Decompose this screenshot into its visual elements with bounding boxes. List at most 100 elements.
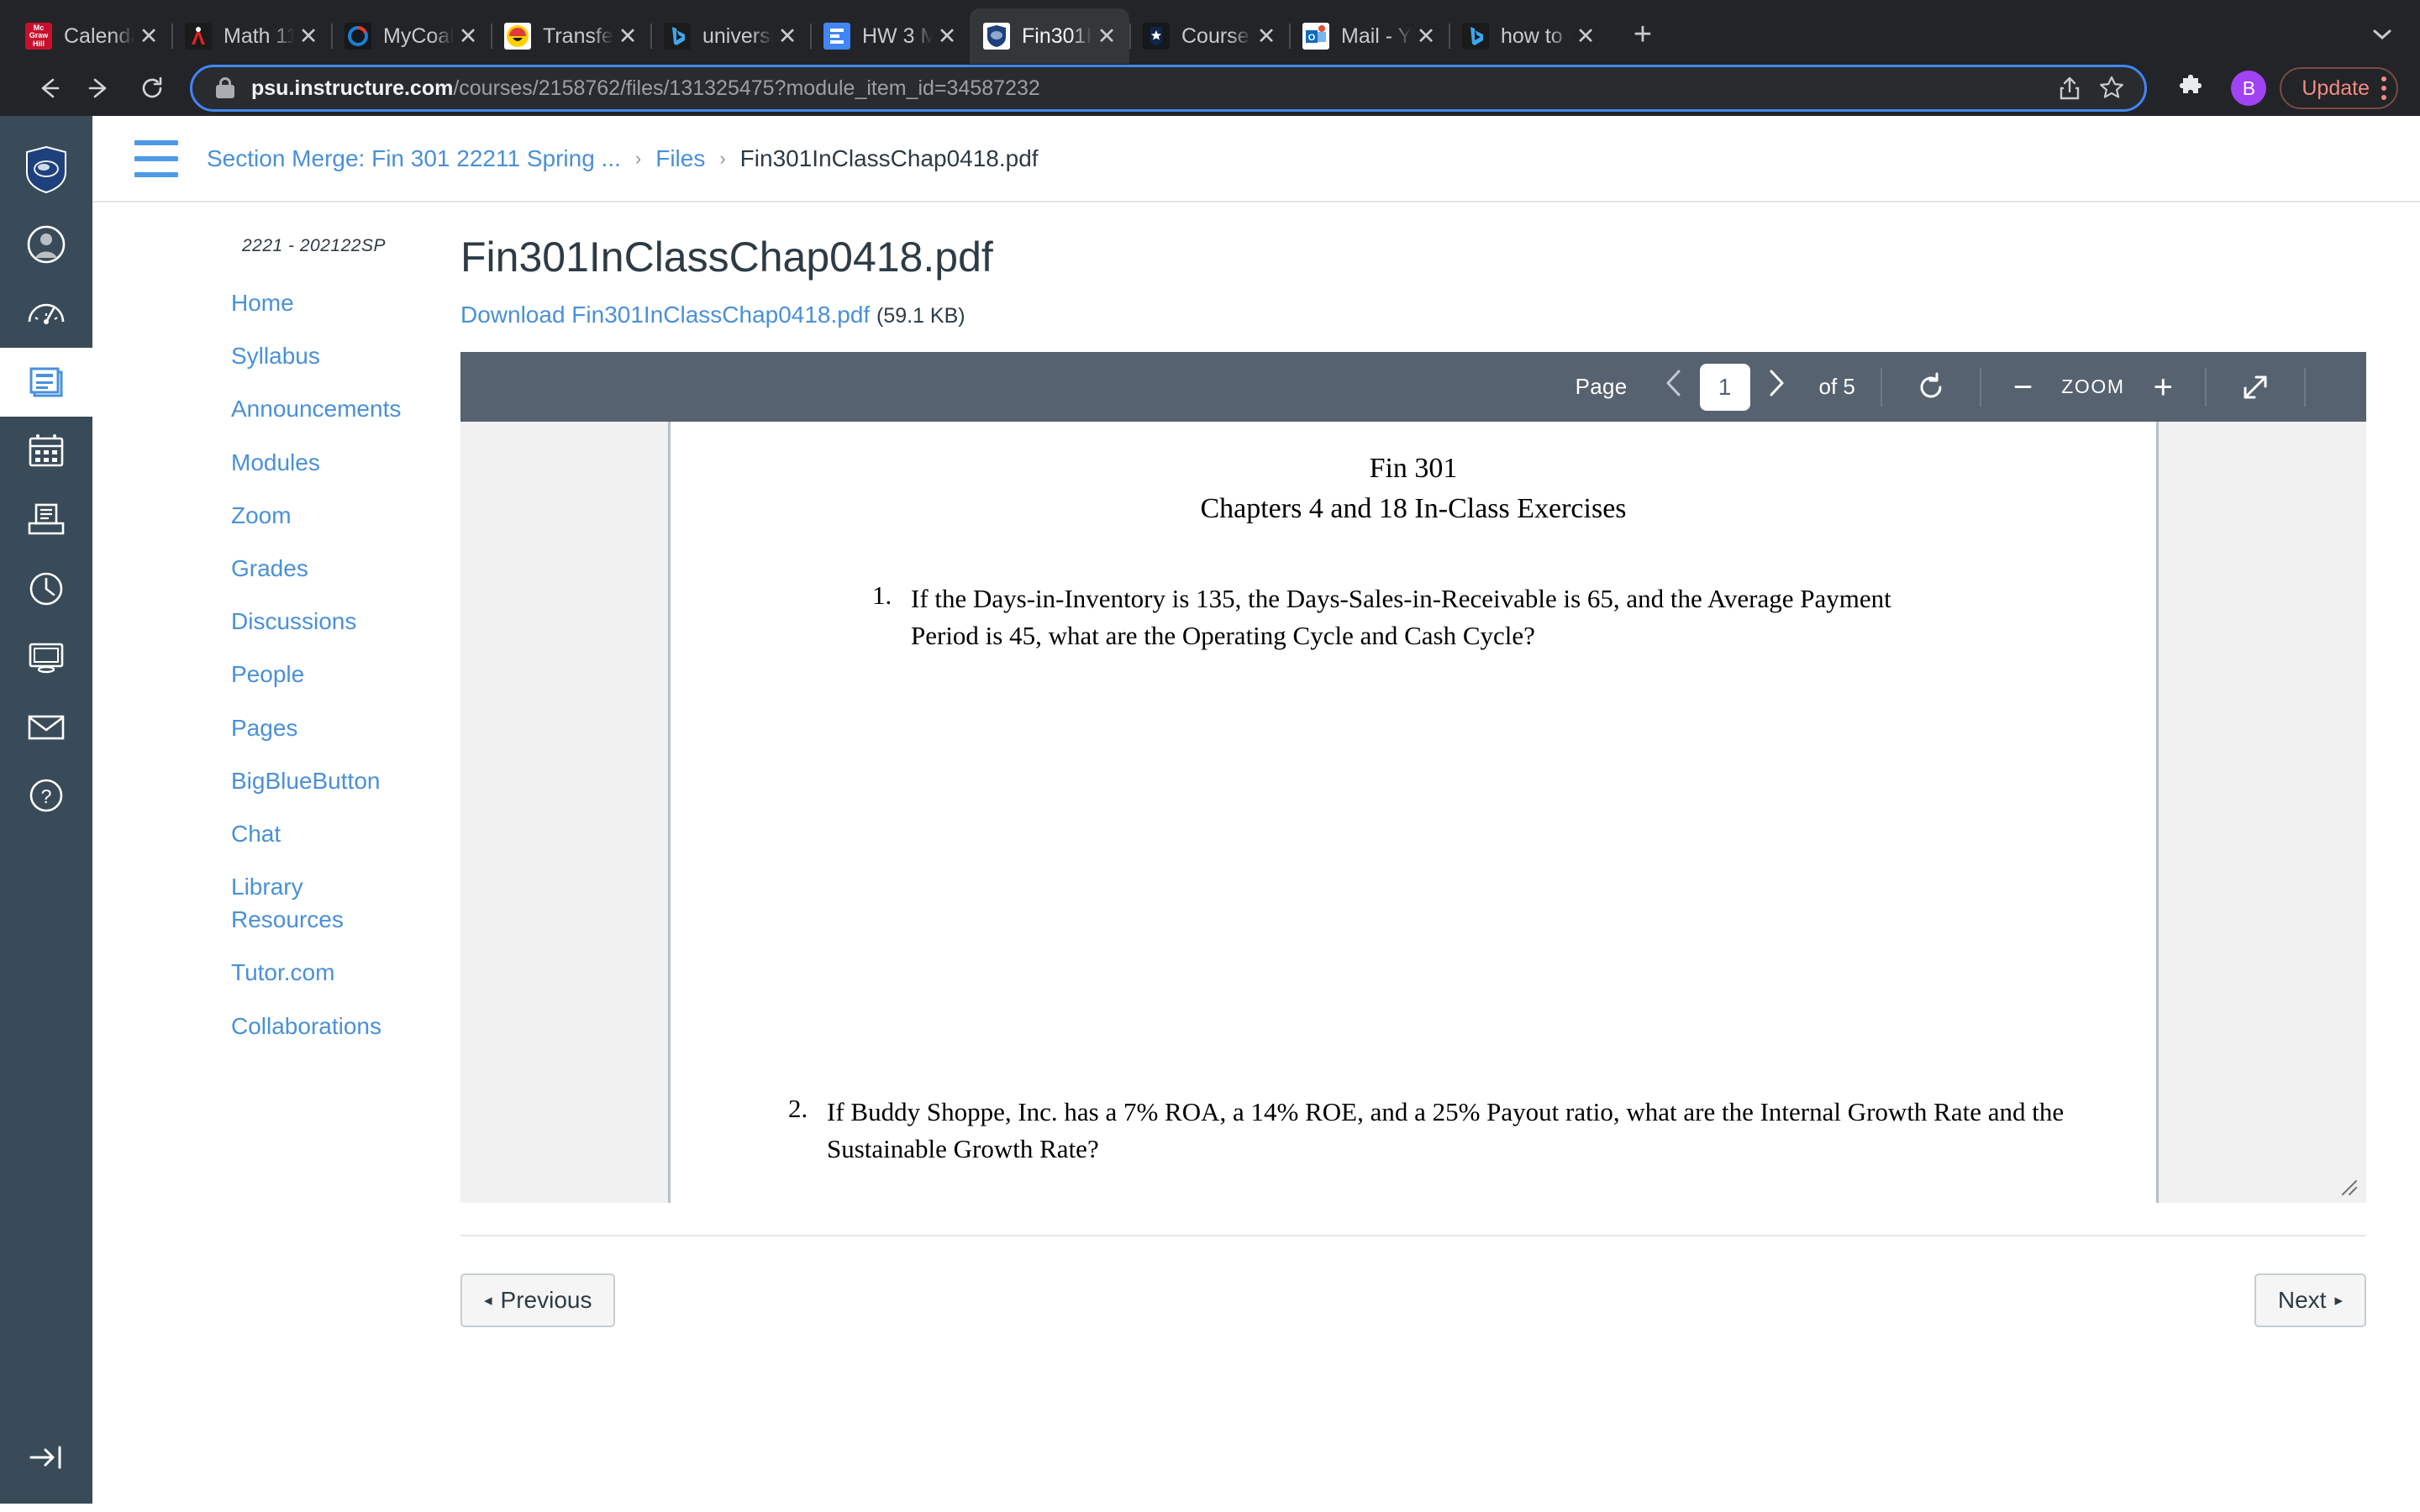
- coursehero-icon: [1143, 23, 1170, 50]
- previous-arrow-icon: ◂: [484, 1291, 492, 1310]
- sidebar-item-modules[interactable]: Modules: [92, 436, 420, 489]
- toolbar-divider: [2205, 367, 2207, 407]
- rotate-icon[interactable]: [1907, 370, 1954, 404]
- close-icon[interactable]: ✕: [1092, 22, 1121, 50]
- back-button[interactable]: [22, 62, 74, 114]
- sidebar-item-courses[interactable]: [0, 348, 92, 417]
- new-tab-button[interactable]: +: [1620, 12, 1665, 57]
- download-file-link[interactable]: Download Fin301InClassChap0418.pdf: [460, 302, 870, 328]
- next-arrow-icon: ▸: [2334, 1291, 2343, 1310]
- close-icon[interactable]: ✕: [294, 22, 323, 50]
- close-icon[interactable]: ✕: [1412, 22, 1440, 50]
- breadcrumb-course[interactable]: Section Merge: Fin 301 22211 Spring ...: [207, 145, 621, 172]
- sidebar-item-people[interactable]: People: [92, 648, 420, 701]
- browser-tab[interactable]: MyCoalition ✕: [331, 8, 491, 64]
- breadcrumb: Section Merge: Fin 301 22211 Spring ... …: [92, 116, 2420, 202]
- browser-tab[interactable]: university o ✕: [650, 8, 810, 64]
- pdf-zoom-controls: − ZOOM +: [2007, 370, 2180, 404]
- outlook-icon: O: [1302, 23, 1329, 50]
- sidebar-item-syllabus[interactable]: Syllabus: [92, 329, 420, 382]
- tab-search-chevron-icon[interactable]: [2370, 23, 2395, 49]
- pdf-viewer: Page 1 of 5 − ZOOM + Fin 301 Chapters 4 …: [460, 352, 2366, 1203]
- close-icon[interactable]: ✕: [933, 22, 961, 50]
- pdf-question: 1. If the Days-in-Inventory is 135, the …: [729, 580, 2097, 654]
- browser-tab[interactable]: Math 110, S ✕: [171, 8, 331, 64]
- next-button[interactable]: Next ▸: [2254, 1273, 2366, 1327]
- sidebar-item-grades[interactable]: Grades: [92, 542, 420, 595]
- chevron-left-icon[interactable]: [1648, 368, 1700, 406]
- bookmark-star-icon[interactable]: [2091, 67, 2133, 109]
- pdf-toolbar: Page 1 of 5 − ZOOM +: [460, 352, 2366, 422]
- lock-icon: [214, 76, 236, 101]
- sidebar-item-calendar[interactable]: [0, 417, 92, 486]
- puzzle-icon[interactable]: [2165, 62, 2217, 114]
- pdf-heading-line1: Fin 301: [1369, 453, 1458, 484]
- sidebar-item-library-resources[interactable]: Library Resources: [92, 860, 420, 946]
- browser-tab[interactable]: HW 3 MGM ✕: [810, 8, 970, 64]
- close-icon[interactable]: ✕: [1252, 22, 1281, 50]
- browser-tab[interactable]: McGrawHill Calendar in ✕: [12, 8, 171, 64]
- browser-tab[interactable]: Transfer Ap ✕: [491, 8, 650, 64]
- update-button[interactable]: Update: [2280, 67, 2398, 109]
- sidebar-item-tutor-com[interactable]: Tutor.com: [92, 946, 420, 999]
- sidebar-item-history[interactable]: [0, 554, 92, 623]
- sidebar-item-inbox[interactable]: [0, 486, 92, 554]
- sidebar-item-zoom[interactable]: Zoom: [92, 489, 420, 542]
- sidebar-item-dashboard[interactable]: [0, 279, 92, 348]
- address-bar[interactable]: psu.instructure.com/courses/2158762/file…: [190, 65, 2148, 112]
- url-path: /courses/2158762/files/131325475?module_…: [453, 76, 1040, 100]
- psu-logo-icon[interactable]: [0, 129, 92, 210]
- browser-tab-title: Fin301InCla: [1022, 24, 1092, 48]
- close-icon[interactable]: ✕: [1571, 22, 1600, 50]
- browser-tab[interactable]: O Mail - Yeake ✕: [1289, 8, 1449, 64]
- sidebar-item-home[interactable]: Home: [92, 276, 420, 329]
- sidebar-item-bigbluebutton[interactable]: BigBlueButton: [92, 754, 420, 807]
- sidebar-item-chat[interactable]: Chat: [92, 807, 420, 860]
- zoom-out-button[interactable]: −: [2007, 370, 2039, 404]
- pdf-question-text: If the Days-in-Inventory is 135, the Day…: [911, 583, 1891, 650]
- breadcrumb-files[interactable]: Files: [655, 145, 705, 172]
- chevron-right-icon[interactable]: [1750, 368, 1802, 406]
- pdf-question: 2. If Buddy Shoppe, Inc. has a 7% ROA, a…: [788, 1094, 2097, 1168]
- hamburger-menu-icon[interactable]: [134, 139, 178, 177]
- sidebar-item-studio[interactable]: [0, 623, 92, 692]
- zoom-in-button[interactable]: +: [2147, 370, 2180, 404]
- url-host: psu.instructure.com: [251, 76, 454, 100]
- browser-tab[interactable]: Course Her ✕: [1129, 8, 1289, 64]
- close-icon[interactable]: ✕: [134, 22, 163, 50]
- content-area: Section Merge: Fin 301 22211 Spring ... …: [92, 116, 2420, 1504]
- sidebar-item-mail[interactable]: [0, 692, 92, 761]
- pdf-page-stage[interactable]: Fin 301 Chapters 4 and 18 In-Class Exerc…: [460, 422, 2366, 1203]
- course-term-label: 2221 - 202122SP: [242, 236, 386, 255]
- avatar[interactable]: B: [2231, 71, 2267, 106]
- browser-tab[interactable]: how to scre ✕: [1449, 8, 1608, 64]
- pdf-left-gutter: [460, 422, 671, 1203]
- sidebar-item-announcements[interactable]: Announcements: [92, 382, 420, 435]
- forward-button[interactable]: [74, 62, 126, 114]
- browser-tab-active[interactable]: Fin301InCla ✕: [970, 8, 1129, 64]
- collapse-nav-button[interactable]: [0, 1428, 92, 1487]
- page-body: ? Section Merge: Fin 301 22211 Spring ..…: [0, 116, 2420, 1504]
- close-icon[interactable]: ✕: [773, 22, 802, 50]
- close-icon[interactable]: ✕: [454, 22, 482, 50]
- browser-tab-title: university o: [702, 24, 773, 48]
- sidebar-item-pages[interactable]: Pages: [92, 701, 420, 754]
- sidebar-item-discussions[interactable]: Discussions: [92, 595, 420, 648]
- sidebar-item-collaborations[interactable]: Collaborations: [92, 1000, 420, 1053]
- reload-button[interactable]: [126, 62, 178, 114]
- browser-tab-title: HW 3 MGM: [862, 24, 933, 48]
- pdf-question-number: 2.: [788, 1094, 808, 1123]
- sidebar-item-account[interactable]: [0, 210, 92, 279]
- pdf-zoom-label: ZOOM: [2061, 375, 2125, 397]
- sidebar-item-help[interactable]: ?: [0, 761, 92, 830]
- pdf-total-pages-label: of 5: [1818, 374, 1855, 399]
- pdf-page-controls: Page 1 of 5: [1576, 363, 1855, 411]
- previous-button[interactable]: ◂ Previous: [460, 1273, 616, 1327]
- toolbar-divider: [1880, 367, 1882, 407]
- browser-menu-kebab-icon[interactable]: [2381, 76, 2386, 100]
- breadcrumb-current: Fin301InClassChap0418.pdf: [739, 144, 1039, 171]
- fullscreen-icon[interactable]: [2232, 370, 2279, 404]
- close-icon[interactable]: ✕: [613, 22, 642, 50]
- pdf-page-input[interactable]: 1: [1699, 363, 1750, 411]
- share-icon[interactable]: [2049, 67, 2091, 109]
